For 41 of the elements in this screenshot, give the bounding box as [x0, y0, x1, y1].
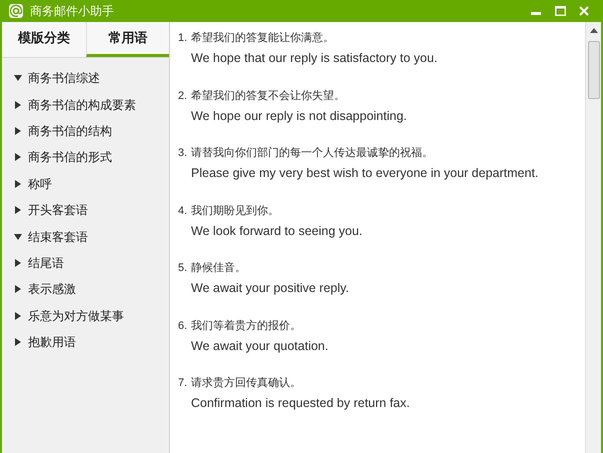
- tree-item[interactable]: 结尾语: [2, 250, 169, 276]
- tree-item[interactable]: 商务书信的形式: [2, 144, 169, 171]
- maximize-icon: [554, 6, 566, 16]
- item-number: 3.: [178, 146, 188, 161]
- tree-item[interactable]: 商务书信的构成要素: [2, 91, 169, 118]
- chinese-phrase: 希望我们的答复能让你满意。: [191, 30, 334, 46]
- chinese-phrase: 请替我向你们部门的每一个人传达最诚挚的祝福。: [191, 146, 433, 161]
- tree-item[interactable]: 商务书信综述: [2, 65, 169, 92]
- tab[interactable]: 模版分类: [2, 22, 86, 57]
- mail-at-icon: [8, 3, 24, 19]
- item-number: 7.: [178, 376, 188, 391]
- tree-item[interactable]: 开头客套语: [2, 196, 169, 224]
- item-number: 2.: [178, 88, 188, 104]
- tree-item[interactable]: 商务书信的结构: [2, 118, 169, 144]
- chinese-phrase: 希望我们的答复不会让你失望。: [191, 88, 345, 104]
- english-phrase: We look forward to seeing you.: [190, 222, 364, 238]
- chinese-phrase: 静候佳音。: [191, 260, 246, 276]
- scroll-up-icon: [590, 28, 598, 33]
- english-phrase: We hope our reply is not disappointing.: [190, 108, 408, 124]
- english-phrase: Please give my very best wish to everyone in your department.: [190, 165, 540, 181]
- english-phrase: We await your positive reply.: [190, 280, 350, 296]
- scrollbar[interactable]: [585, 22, 601, 453]
- scrollbar-thumb[interactable]: [588, 41, 600, 99]
- tab[interactable]: 常用语: [86, 22, 169, 57]
- chinese-phrase: 我们等着贵方的报价。: [191, 318, 301, 334]
- chinese-phrase: 请求贵方回传真确认。: [191, 376, 301, 391]
- item-number: 1.: [178, 31, 188, 46]
- english-phrase: We await your quotation.: [190, 338, 330, 354]
- item-number: 4.: [178, 204, 188, 218]
- chinese-phrase: 我们期盼见到你。: [191, 204, 279, 218]
- tree-item[interactable]: 结束客套语: [2, 223, 169, 250]
- item-number: 6.: [178, 318, 188, 334]
- close-icon: [579, 6, 589, 16]
- english-phrase: Confirmation is requested by return fax.: [190, 395, 411, 411]
- tree-item[interactable]: 表示感激: [2, 276, 169, 303]
- english-phrase: We hope that our reply is satisfactory to you.: [190, 50, 438, 66]
- tree-item[interactable]: 抱歉用语: [2, 328, 169, 356]
- tree-item[interactable]: 乐意为对方做某事: [2, 302, 169, 329]
- item-number: 5.: [178, 261, 188, 276]
- window-title: 商务邮件小助手: [30, 3, 114, 20]
- tree-item[interactable]: 称呼: [2, 170, 169, 197]
